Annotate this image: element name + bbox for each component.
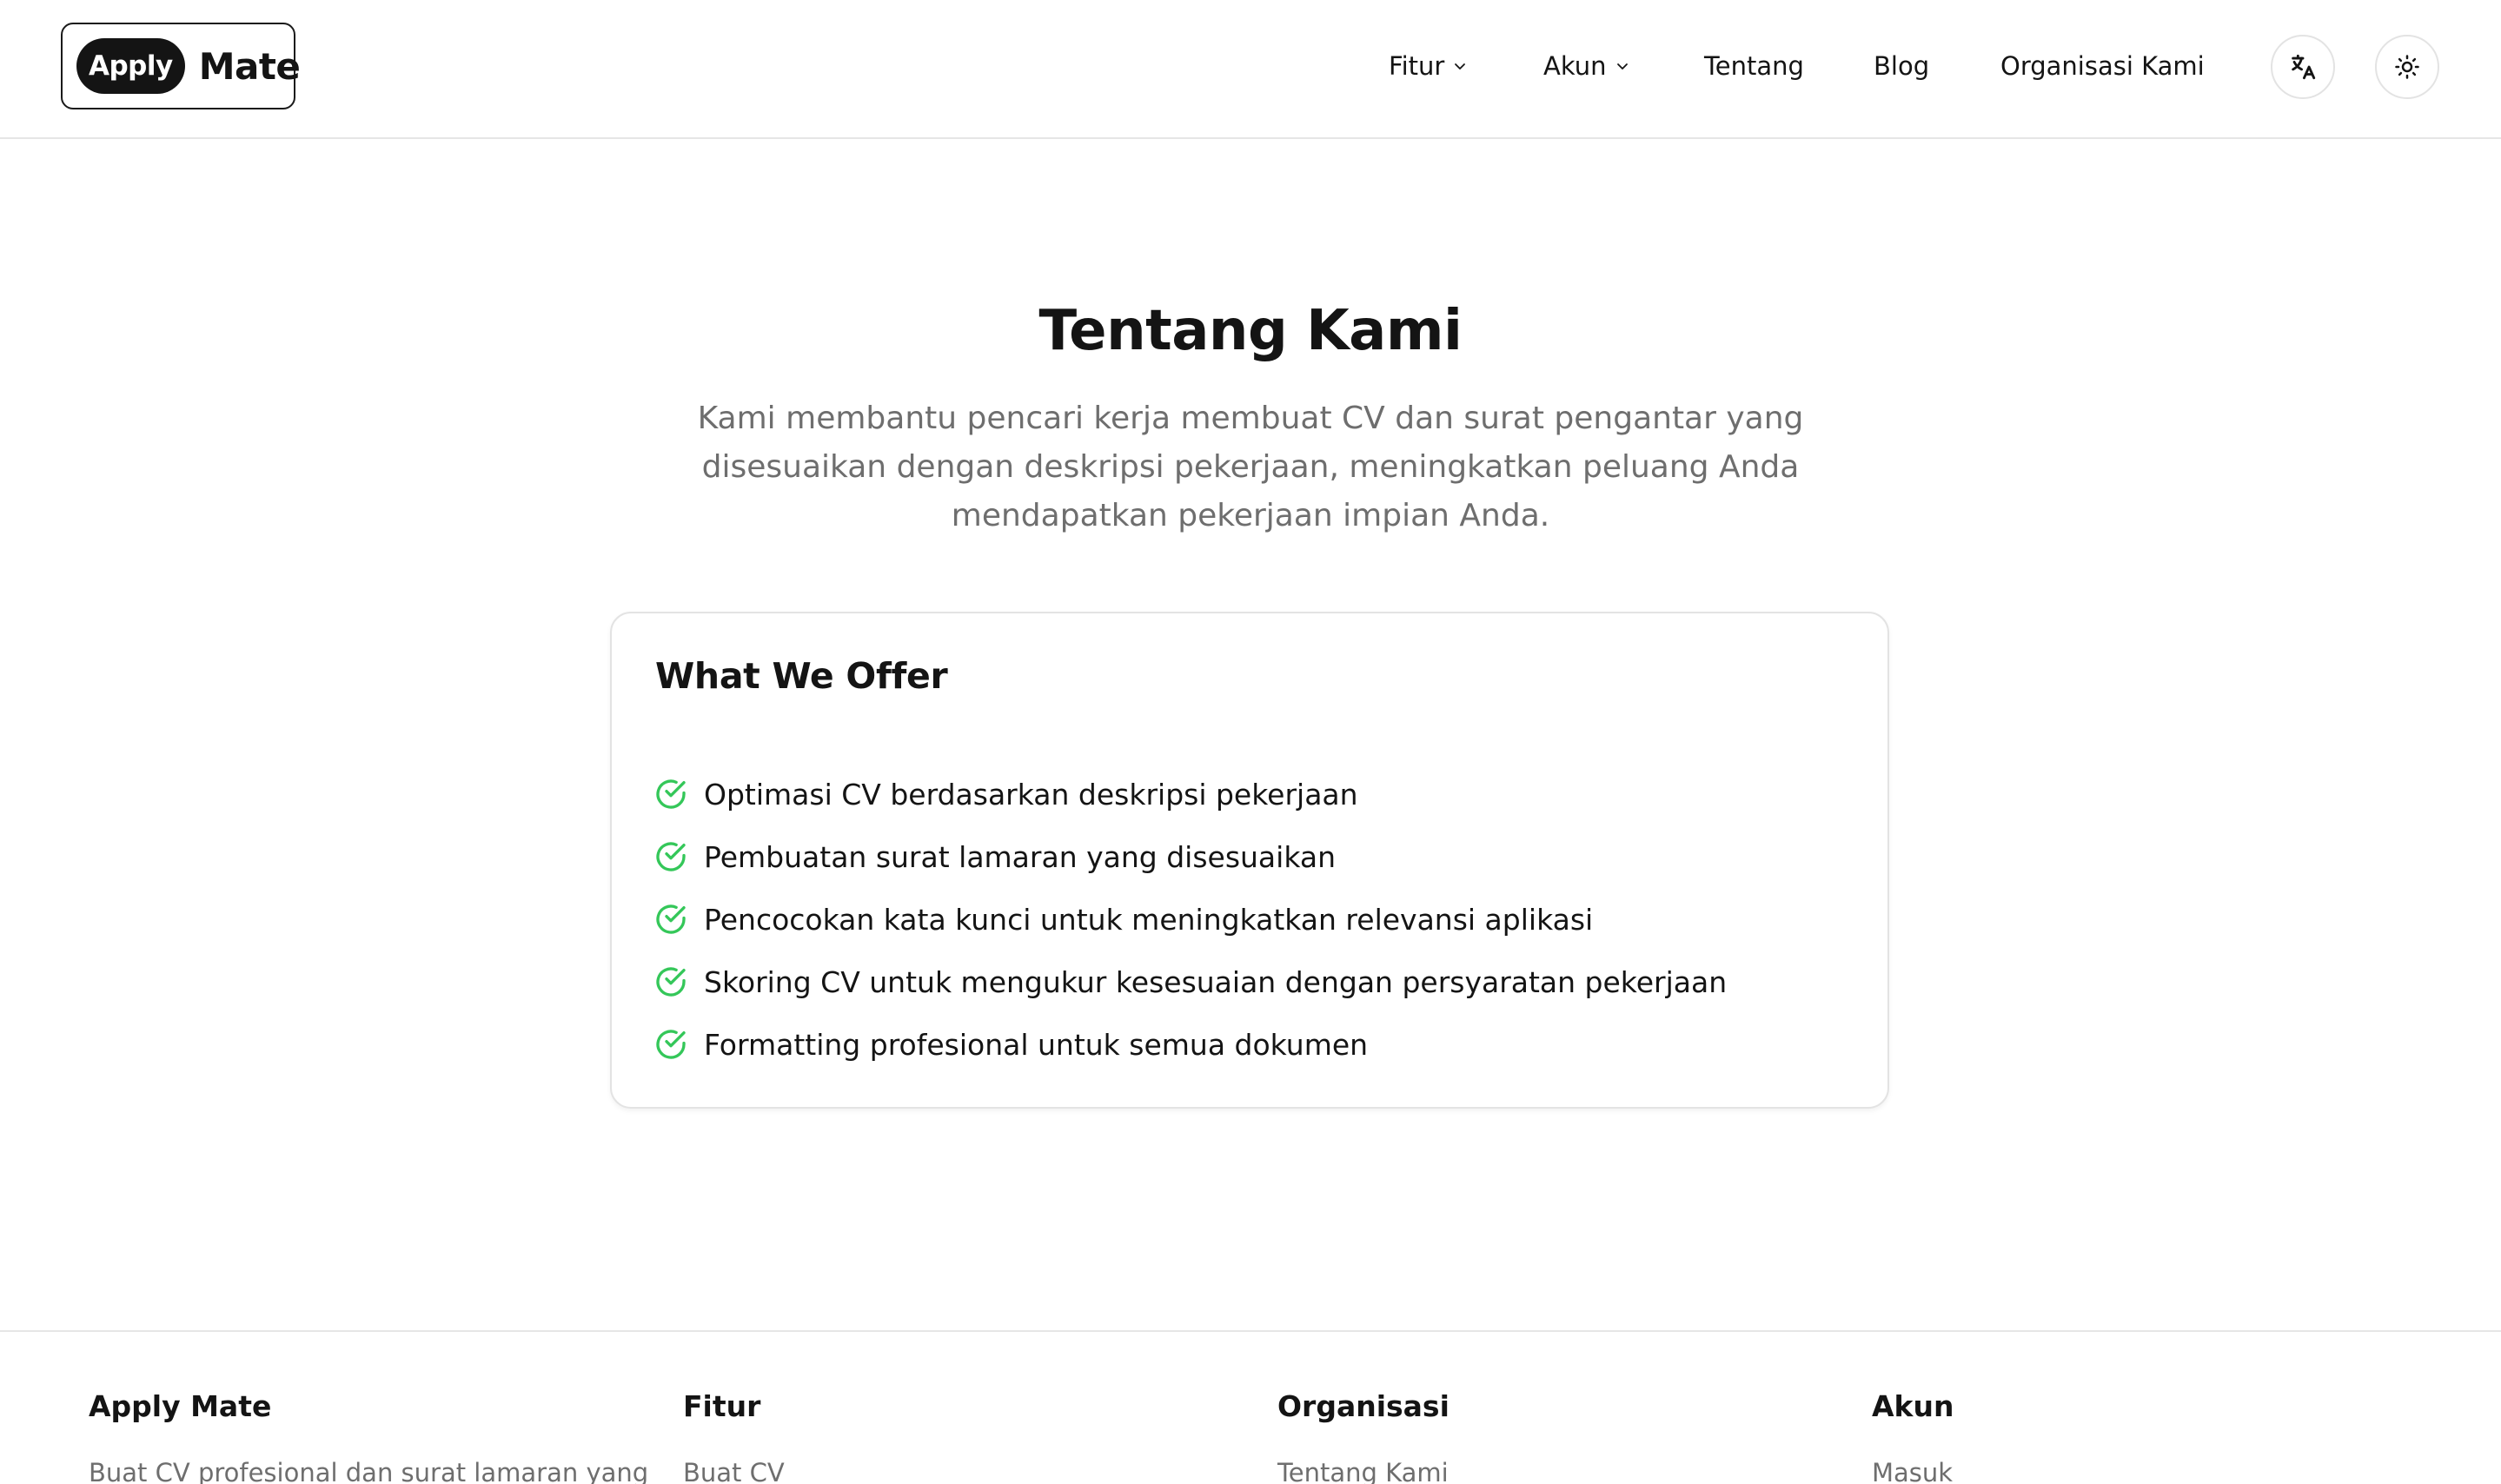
check-circle-icon [656, 1030, 686, 1059]
check-circle-icon [656, 842, 686, 871]
check-circle-icon [656, 779, 686, 809]
chevron-down-icon [1616, 63, 1628, 70]
footer-heading: Akun [1872, 1389, 1954, 1423]
offer-list: Optimasi CV berdasarkan deskripsi pekerj… [653, 763, 1727, 1076]
logo-word: Mate [198, 44, 301, 88]
nav-akun-label: Akun [1543, 51, 1607, 81]
footer-heading: Fitur [683, 1389, 761, 1423]
footer-column-organisasi: Organisasi Tentang Kami [1277, 1389, 1450, 1484]
nav-fitur[interactable]: Fitur [1389, 0, 1467, 132]
offer-item-text: Pembuatan surat lamaran yang disesuaikan [704, 839, 1336, 874]
offer-item-text: Skoring CV untuk mengukur kesesuaian den… [704, 964, 1728, 999]
footer-heading: Apply Mate [89, 1389, 272, 1423]
language-button[interactable] [2271, 35, 2335, 99]
nav-akun[interactable]: Akun [1543, 0, 1629, 132]
footer-column-fitur: Fitur Buat CV [683, 1389, 785, 1484]
page-title: Tentang Kami [1038, 299, 1463, 363]
offer-item: Pembuatan surat lamaran yang disesuaikan [653, 825, 1727, 888]
footer-link-tentang-kami[interactable]: Tentang Kami [1277, 1458, 1450, 1484]
offer-item: Optimasi CV berdasarkan deskripsi pekerj… [653, 763, 1727, 825]
footer-tagline: Buat CV profesional dan surat lamaran ya… [89, 1458, 649, 1484]
page-description: Kami membantu pencari kerja membuat CV d… [697, 401, 1804, 533]
offer-item-text: Formatting profesional untuk semua dokum… [704, 1027, 1369, 1062]
nav-tentang[interactable]: Tentang [1704, 0, 1804, 132]
logo[interactable]: Apply Mate [61, 23, 301, 109]
translate-icon [2292, 54, 2316, 80]
nav-organisasi-label: Organisasi Kami [2000, 51, 2205, 81]
site-footer: Apply Mate Buat CV profesional dan surat… [0, 1330, 2501, 1484]
check-circle-icon [656, 967, 686, 997]
footer-column-akun: Akun Masuk [1872, 1389, 1954, 1484]
nav-organisasi-kami[interactable]: Organisasi Kami [2000, 0, 2205, 132]
offer-item: Formatting profesional untuk semua dokum… [653, 1013, 1727, 1076]
nav-tentang-label: Tentang [1704, 51, 1804, 81]
site-header: Apply Mate Fitur Akun Tentang Blog Organ… [0, 0, 2501, 139]
nav-blog-label: Blog [1874, 51, 1930, 81]
footer-column-apply-mate: Apply Mate Buat CV profesional dan surat… [89, 1389, 648, 1484]
logo-pill: Apply [76, 38, 185, 94]
offer-card: What We Offer Optimasi CV berdasarkan de… [610, 612, 1889, 1109]
offer-card-title: What We Offer [655, 655, 948, 697]
offer-item-text: Pencocokan kata kunci untuk meningkatkan… [704, 902, 1594, 937]
footer-link-masuk[interactable]: Masuk [1872, 1458, 1954, 1484]
check-circle-icon [656, 904, 686, 934]
chevron-down-icon [1455, 63, 1466, 70]
sun-icon [2395, 55, 2419, 79]
offer-item-text: Optimasi CV berdasarkan deskripsi pekerj… [704, 777, 1358, 812]
nav-fitur-label: Fitur [1389, 51, 1445, 81]
theme-toggle-button[interactable] [2375, 35, 2439, 99]
nav-blog[interactable]: Blog [1874, 0, 1929, 132]
footer-link-buat-cv[interactable]: Buat CV [683, 1458, 785, 1484]
footer-heading: Organisasi [1277, 1389, 1450, 1423]
offer-item: Pencocokan kata kunci untuk meningkatkan… [653, 888, 1727, 951]
offer-item: Skoring CV untuk mengukur kesesuaian den… [653, 951, 1727, 1013]
